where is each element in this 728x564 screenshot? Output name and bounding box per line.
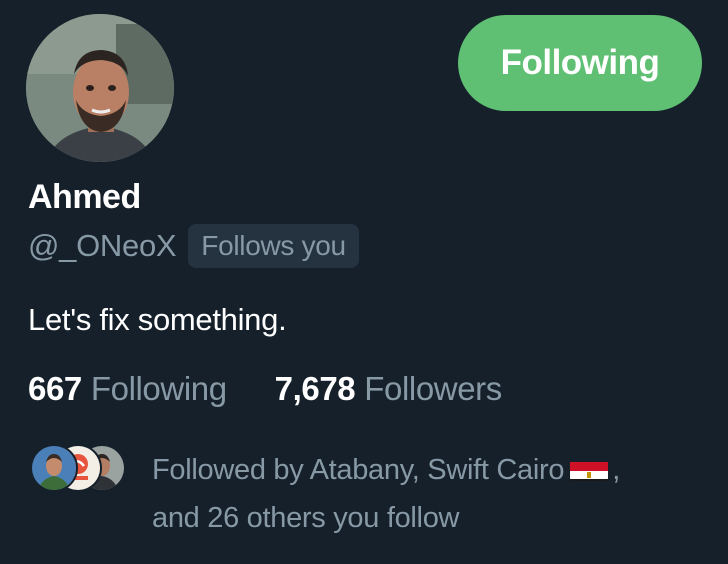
mutual-followers-avatars[interactable] [28, 444, 128, 492]
following-stat-link[interactable]: 667 Following [28, 370, 227, 408]
following-button[interactable]: Following [458, 15, 702, 111]
followers-count: 7,678 [274, 370, 356, 407]
followers-stat-link[interactable]: 7,678 Followers [274, 370, 503, 408]
followed-by-text[interactable]: Followed by Atabany, Swift Cairo , and 2… [152, 446, 692, 542]
following-label: Following [90, 370, 227, 407]
followers-label: Followers [364, 370, 502, 407]
mutual-avatar-atabany [30, 444, 78, 492]
handle-row: @_ONeoX Follows you [28, 222, 359, 270]
followed-by-others: and 26 others you follow [152, 502, 460, 534]
follows-you-badge: Follows you [188, 224, 359, 268]
profile-bio: Let's fix something. [28, 302, 287, 337]
followed-by-prefix: Followed by Atabany, Swift Cairo [152, 454, 565, 486]
profile-name: Ahmed [28, 178, 141, 216]
following-count: 667 [28, 370, 82, 407]
profile-handle[interactable]: @_ONeoX [28, 228, 177, 264]
egypt-flag-icon [570, 455, 609, 482]
avatar-photo [26, 14, 174, 162]
followed-by-suffix: , [612, 454, 620, 486]
profile-avatar[interactable] [26, 14, 174, 162]
profile-stats: 667 Following 7,678 Followers [28, 370, 502, 408]
